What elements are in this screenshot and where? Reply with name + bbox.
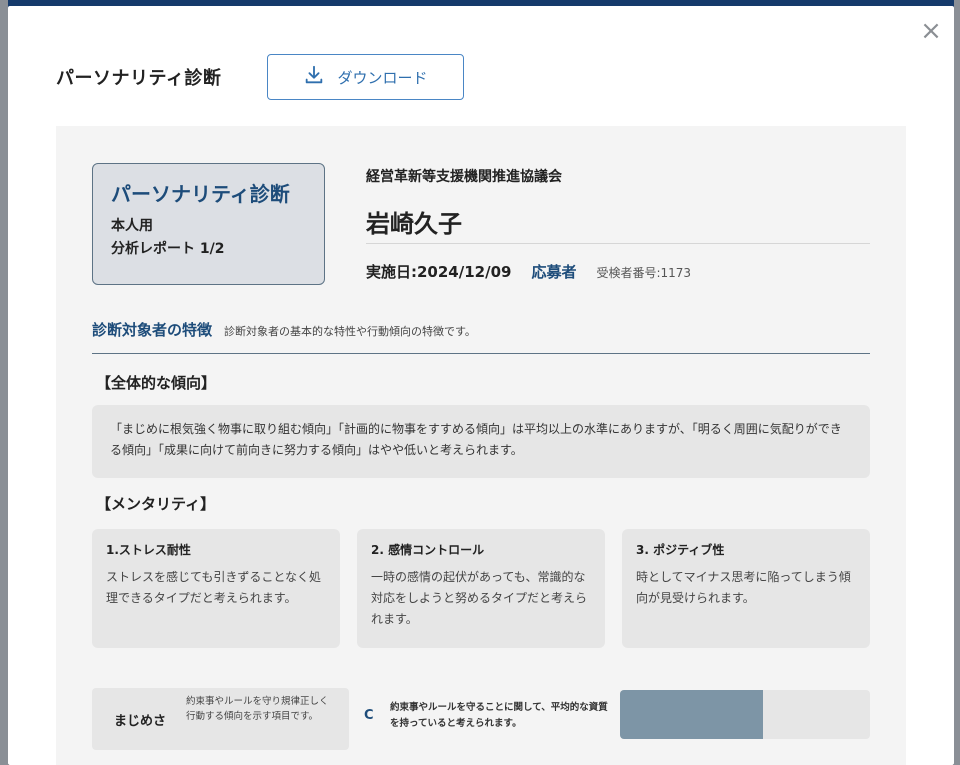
- mentality-card-emotion: 2. 感情コントロール 一時の感情の起伏があっても、常識的な対応をしようと努める…: [357, 529, 605, 648]
- trait-row-seriousness: まじめさ 約束事やルールを守り規律正しく行動する傾向を示す項目です。 C 約束事…: [92, 688, 870, 750]
- mentality-title: 【メンタリティ】: [96, 495, 216, 513]
- applicant-role: 応募者: [531, 263, 577, 281]
- trait-level-fill: [620, 690, 763, 739]
- report-title: パーソナリティ診断: [111, 182, 290, 206]
- trait-name-box: まじめさ 約束事やルールを守り規律正しく行動する傾向を示す項目です。: [92, 688, 349, 750]
- close-button[interactable]: ×: [920, 18, 942, 44]
- person-name: 岩崎久子: [366, 210, 462, 238]
- report-page-label: 分析レポート 1/2: [111, 241, 225, 257]
- mentality-card-text: 一時の感情の起伏があっても、常識的な対応をしようと努めるタイプだと考えられます。: [371, 570, 588, 626]
- mentality-card-title: 2. 感情コントロール: [371, 543, 485, 557]
- mentality-card-stress: 1.ストレス耐性 ストレスを感じても引きずることなく処理できるタイプだと考えられ…: [92, 529, 340, 648]
- download-label: ダウンロード: [337, 68, 428, 87]
- mentality-card-title: 1.ストレス耐性: [106, 543, 191, 557]
- backdrop-right: [954, 0, 960, 765]
- report-title-card: パーソナリティ診断 本人用 分析レポート 1/2: [92, 163, 325, 285]
- organization-name: 経営革新等支援機関推進協議会: [366, 169, 562, 185]
- section-description: 診断対象者の基本的な特性や行動傾向の特徴です。: [224, 325, 476, 338]
- mentality-card-positivity: 3. ポジティブ性 時としてマイナス思考に陥ってしまう傾向が見受けられます。: [622, 529, 870, 648]
- mentality-card-text: 時としてマイナス思考に陥ってしまう傾向が見受けられます。: [636, 570, 851, 605]
- trait-grade: C: [364, 708, 374, 723]
- modal-title: パーソナリティ診断: [56, 68, 222, 89]
- download-button[interactable]: ダウンロード: [267, 54, 464, 100]
- download-icon: [303, 64, 325, 90]
- backdrop-left: [0, 0, 8, 765]
- overall-tendency-title: 【全体的な傾向】: [96, 374, 217, 392]
- trait-label: まじめさ: [114, 714, 167, 729]
- section-header: 診断対象者の特徴 診断対象者の基本的な特性や行動傾向の特徴です。: [92, 319, 476, 340]
- trait-level-bar: [620, 690, 870, 739]
- personality-modal: × パーソナリティ診断 ダウンロード パーソナリティ診断 本人用 分析レポート …: [8, 6, 954, 765]
- report-meta: 実施日:2024/12/09 応募者 受検者番号:1173: [366, 261, 691, 282]
- report-audience: 本人用: [111, 218, 153, 234]
- mentality-card-title: 3. ポジティブ性: [636, 543, 725, 557]
- trait-comment: 約束事やルールを守ることに関して、平均的な資質を持っていると考えられます。: [390, 702, 608, 729]
- name-divider: [366, 243, 870, 244]
- examinee-number: 受検者番号:1173: [596, 266, 692, 280]
- section-divider: [92, 353, 870, 354]
- report-page: パーソナリティ診断 本人用 分析レポート 1/2 経営革新等支援機関推進協議会 …: [56, 126, 906, 765]
- mentality-cards: 1.ストレス耐性 ストレスを感じても引きずることなく処理できるタイプだと考えられ…: [92, 529, 870, 648]
- overall-tendency-text: 「まじめに根気強く物事に取り組む傾向」「計画的に物事をすすめる傾向」は平均以上の…: [92, 405, 870, 478]
- trait-description: 約束事やルールを守り規律正しく行動する傾向を示す項目です。: [186, 696, 329, 722]
- mentality-card-text: ストレスを感じても引きずることなく処理できるタイプだと考えられます。: [106, 570, 322, 605]
- exam-date: 実施日:2024/12/09: [366, 263, 512, 281]
- section-title: 診断対象者の特徴: [92, 321, 213, 339]
